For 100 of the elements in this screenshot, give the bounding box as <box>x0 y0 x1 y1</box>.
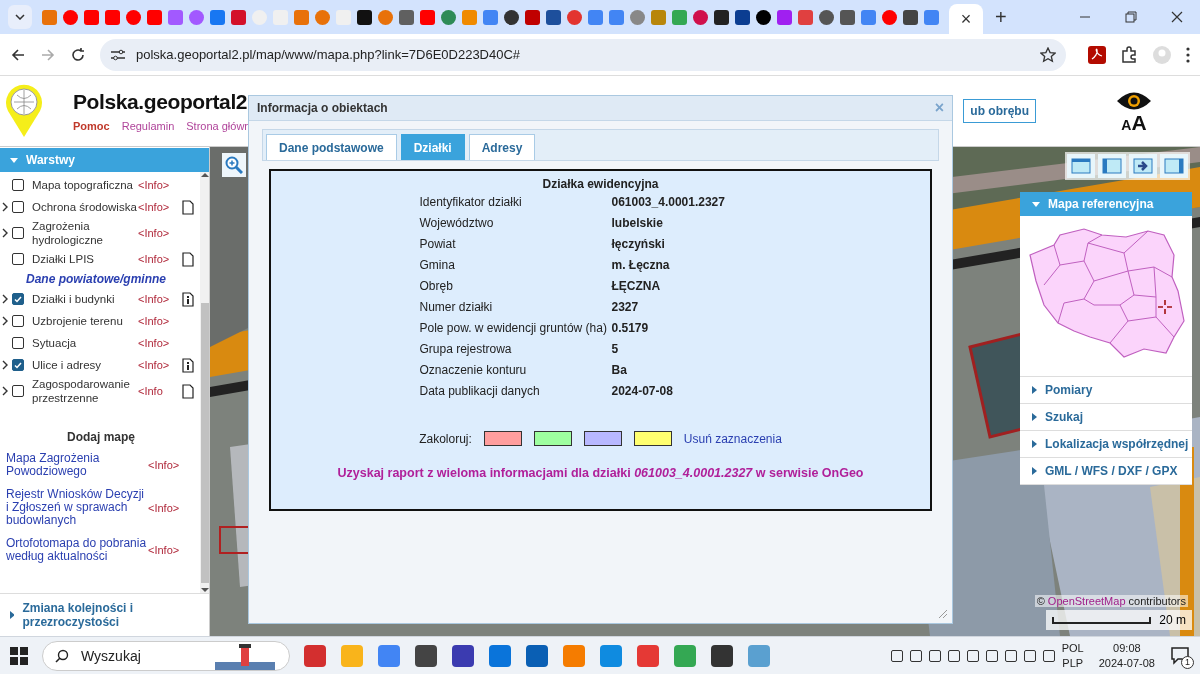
color-swatch[interactable] <box>483 431 522 446</box>
info-link[interactable]: <Info> <box>138 201 182 213</box>
pinned-tab-icon[interactable] <box>504 9 519 25</box>
taskbar-app-icon[interactable] <box>526 644 548 667</box>
info-link[interactable]: <Info <box>138 385 182 397</box>
panel-section[interactable]: Pomiary <box>1020 377 1192 404</box>
panel-section[interactable]: Szukaj <box>1020 404 1192 431</box>
pinned-tab-icon[interactable] <box>903 9 918 25</box>
pinned-tab-icon[interactable] <box>357 9 372 25</box>
layer-checkbox[interactable] <box>12 253 24 265</box>
map-link[interactable]: Ortofotomapa do pobrania według aktualności <box>6 537 148 563</box>
panel-section[interactable]: Lokalizacja współrzędnej <box>1020 431 1192 458</box>
layer-label[interactable]: Zagrożenia hydrologiczne <box>32 219 138 247</box>
layer-label[interactable]: Zagospodarowanie przestrzenne <box>32 377 138 405</box>
expand-icon[interactable] <box>2 316 9 326</box>
info-link[interactable]: <Info> <box>138 179 182 191</box>
info-icon[interactable] <box>182 357 194 373</box>
color-swatch[interactable] <box>583 431 622 446</box>
info-link[interactable]: <Info> <box>138 293 182 305</box>
tray-icon[interactable] <box>890 649 903 662</box>
tab[interactable]: Adresy <box>468 134 536 160</box>
info-link[interactable]: <Info> <box>138 359 182 371</box>
info-link[interactable]: <Info> <box>138 315 182 327</box>
tab[interactable]: Dane podstawowe <box>266 134 397 160</box>
layer-label[interactable]: Działki LPIS <box>32 252 138 266</box>
expand-icon[interactable] <box>2 294 9 304</box>
tray-icon[interactable] <box>985 649 998 662</box>
tray-icon[interactable] <box>1042 649 1055 662</box>
color-swatch[interactable] <box>533 431 572 446</box>
tray-icon[interactable] <box>966 649 979 662</box>
extensions-icon[interactable] <box>1120 45 1138 64</box>
pinned-tab-icon[interactable] <box>756 9 771 25</box>
expand-icon[interactable] <box>2 360 9 370</box>
info-link[interactable]: <Info> <box>148 459 200 471</box>
menu-icon[interactable] <box>1186 46 1190 63</box>
taskbar-app-icon[interactable] <box>415 644 437 667</box>
back-icon[interactable] <box>10 46 26 63</box>
close-tab-button[interactable]: × <box>949 4 983 34</box>
info-link[interactable]: <Info> <box>138 337 182 349</box>
pinned-tab-icon[interactable] <box>546 9 561 25</box>
search-button[interactable]: ub obrębu <box>963 99 1036 123</box>
layer-checkbox[interactable] <box>12 179 24 191</box>
layer-label[interactable]: Sytuacja <box>32 336 138 350</box>
tray-icon[interactable] <box>947 649 960 662</box>
nav-link[interactable]: Pomoc <box>73 120 110 132</box>
layer-checkbox[interactable] <box>12 201 24 213</box>
taskbar-app-icon[interactable] <box>711 644 733 667</box>
search-input[interactable]: Wyszukaj <box>79 646 193 665</box>
address-bar[interactable]: polska.geoportal2.pl/map/www/mapa.php?link=7D6E0D223D40C# <box>100 38 1066 71</box>
map-link[interactable]: Mapa Zagrożenia Powodziowego <box>6 452 148 478</box>
layer-checkbox[interactable] <box>12 293 24 305</box>
expand-icon[interactable] <box>2 228 9 238</box>
document-icon[interactable] <box>182 251 194 267</box>
tab-search-button[interactable] <box>8 5 32 29</box>
tray-icon[interactable] <box>1004 649 1017 662</box>
document-icon[interactable] <box>182 383 194 399</box>
taskbar-app-icon[interactable] <box>452 644 474 667</box>
layer-label[interactable]: Ulice i adresy <box>32 358 138 372</box>
layer-label[interactable]: Ochrona środowiska <box>32 200 138 214</box>
tray-icon[interactable] <box>1023 649 1036 662</box>
color-swatch[interactable] <box>633 431 672 446</box>
info-link[interactable]: <Info> <box>148 501 200 514</box>
taskbar-search-field[interactable]: Wyszukaj <box>42 640 290 671</box>
map-link[interactable]: Rejestr Wniosków Decyzji i Zgłoszeń w sprawach budowlanych <box>6 488 148 527</box>
pinned-tab-icon[interactable] <box>735 9 750 25</box>
report-link[interactable]: Uzyskaj raport z wieloma informacjami dla działki 061003_4.0001.2327 w serwisie OnGeo <box>337 466 864 480</box>
info-link[interactable]: <Info> <box>148 544 200 556</box>
windows-start-icon[interactable] <box>10 646 28 665</box>
info-icon[interactable] <box>182 291 194 307</box>
clear-link[interactable]: Usuń zaznaczenia <box>683 431 782 446</box>
text-size-button[interactable]: AA <box>1121 111 1147 133</box>
expand-icon[interactable] <box>2 386 9 396</box>
layer-label[interactable]: Mapa topograficzna <box>32 178 138 192</box>
attribution-link[interactable]: OpenStreetMap <box>1047 595 1126 607</box>
panel-section[interactable]: GML / WFS / DXF / GPX <box>1020 458 1192 485</box>
export-icon[interactable] <box>1129 154 1157 178</box>
info-link[interactable]: <Info> <box>138 227 182 239</box>
layer-label[interactable]: Uzbrojenie terenu <box>32 314 138 328</box>
clock[interactable]: 09:08 2024-07-08 <box>1098 640 1155 671</box>
resize-handle[interactable] <box>938 609 948 619</box>
scrollbar[interactable] <box>200 172 209 593</box>
tray-icon[interactable] <box>909 649 922 662</box>
zoom-in-button[interactable] <box>222 153 246 177</box>
expand-icon[interactable] <box>2 202 9 212</box>
site-settings-icon[interactable] <box>110 47 126 62</box>
pinned-tab-icon[interactable] <box>714 9 729 25</box>
document-icon[interactable] <box>182 199 194 215</box>
info-link[interactable]: <Info> <box>138 253 182 265</box>
tray-icon[interactable] <box>928 649 941 662</box>
nav-link[interactable]: Regulamin <box>121 120 175 132</box>
new-tab-button[interactable]: + <box>995 5 1007 29</box>
language-indicator[interactable]: POL PLP <box>1061 640 1084 671</box>
pdf-icon[interactable] <box>1088 45 1106 64</box>
layer-checkbox[interactable] <box>12 315 24 327</box>
bookmark-star-icon[interactable] <box>1040 46 1056 63</box>
layer-checkbox[interactable] <box>12 337 24 349</box>
layer-label[interactable]: Działki i budynki <box>32 292 138 306</box>
reload-icon[interactable] <box>70 46 86 63</box>
notification-icon[interactable] <box>1170 644 1190 665</box>
layout-left-icon[interactable] <box>1098 154 1126 178</box>
